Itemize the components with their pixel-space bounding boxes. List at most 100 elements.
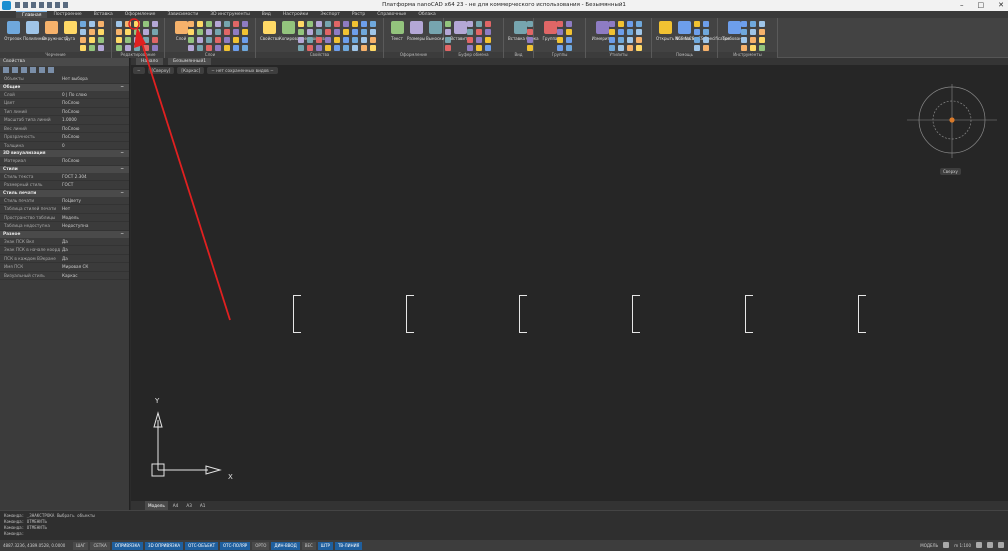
ribbon-small-tool[interactable] bbox=[618, 37, 624, 43]
ribbon-tab[interactable]: Зависимости bbox=[161, 11, 204, 18]
ribbon-small-tool[interactable] bbox=[143, 29, 149, 35]
ribbon-small-tool[interactable] bbox=[476, 29, 482, 35]
annotation-scale[interactable]: m 1:100 bbox=[954, 543, 971, 548]
ribbon-small-tool[interactable] bbox=[152, 29, 158, 35]
document-tab[interactable]: Начало bbox=[136, 58, 164, 65]
filter-icon[interactable] bbox=[30, 67, 36, 73]
ribbon-small-tool[interactable] bbox=[116, 45, 122, 51]
ribbon-small-tool[interactable] bbox=[98, 37, 104, 43]
pickadd-icon[interactable] bbox=[21, 67, 27, 73]
ribbon-small-tool[interactable] bbox=[741, 45, 747, 51]
ribbon-small-tool[interactable] bbox=[636, 45, 642, 51]
ribbon-small-tool[interactable] bbox=[316, 29, 322, 35]
model-space-indicator[interactable]: МОДЕЛЬ bbox=[920, 543, 938, 548]
ribbon-small-tool[interactable] bbox=[307, 29, 313, 35]
ribbon-small-tool[interactable] bbox=[188, 29, 194, 35]
ribbon-small-tool[interactable] bbox=[188, 45, 194, 51]
settings-icon[interactable] bbox=[48, 67, 54, 73]
ribbon-small-tool[interactable] bbox=[215, 29, 221, 35]
ribbon-small-tool[interactable] bbox=[206, 45, 212, 51]
ribbon-small-tool[interactable] bbox=[694, 29, 700, 35]
ribbon-small-tool[interactable] bbox=[750, 45, 756, 51]
layout-tab[interactable]: Модель bbox=[145, 501, 168, 510]
status-toggle[interactable]: ВЕС bbox=[301, 541, 316, 550]
ribbon-small-tool[interactable] bbox=[636, 37, 642, 43]
ribbon-small-tool[interactable] bbox=[134, 21, 140, 27]
drawing-bracket[interactable] bbox=[858, 295, 866, 333]
ribbon-button[interactable]: Дуга bbox=[61, 21, 79, 41]
ribbon-small-tool[interactable] bbox=[361, 45, 367, 51]
ribbon-small-tool[interactable] bbox=[759, 37, 765, 43]
ribbon-small-tool[interactable] bbox=[224, 37, 230, 43]
status-toggle[interactable]: ТВ-ЛИНИЯ bbox=[334, 541, 363, 550]
status-toggle[interactable]: ДИН-ВВОД bbox=[271, 541, 300, 550]
ribbon-small-tool[interactable] bbox=[361, 21, 367, 27]
ribbon-small-tool[interactable] bbox=[527, 21, 533, 27]
ribbon-small-tool[interactable] bbox=[467, 21, 473, 27]
ribbon-small-tool[interactable] bbox=[215, 45, 221, 51]
drawing-canvas[interactable] bbox=[131, 65, 1008, 501]
ribbon-small-tool[interactable] bbox=[143, 37, 149, 43]
ribbon-small-tool[interactable] bbox=[627, 21, 633, 27]
ribbon-small-tool[interactable] bbox=[759, 45, 765, 51]
ribbon-small-tool[interactable] bbox=[566, 45, 572, 51]
ribbon-small-tool[interactable] bbox=[334, 45, 340, 51]
document-tab[interactable]: Безымянный1 bbox=[168, 58, 212, 65]
property-row[interactable]: ПСК в каждом ВЭкране Да bbox=[0, 255, 129, 263]
ribbon-tab[interactable]: Главная bbox=[16, 11, 48, 18]
ribbon-small-tool[interactable] bbox=[116, 21, 122, 27]
ribbon-small-tool[interactable] bbox=[298, 29, 304, 35]
ribbon-small-tool[interactable] bbox=[325, 29, 331, 35]
ribbon-small-tool[interactable] bbox=[143, 21, 149, 27]
ribbon-small-tool[interactable] bbox=[467, 37, 473, 43]
ribbon-small-tool[interactable] bbox=[627, 29, 633, 35]
ribbon-button[interactable]: Окружность bbox=[42, 21, 68, 41]
ribbon-small-tool[interactable] bbox=[98, 21, 104, 27]
ribbon-small-tool[interactable] bbox=[206, 37, 212, 43]
ribbon-small-tool[interactable] bbox=[143, 45, 149, 51]
ribbon-rotate-tool[interactable] bbox=[89, 21, 95, 27]
ribbon-small-tool[interactable] bbox=[242, 29, 248, 35]
ribbon-small-tool[interactable] bbox=[152, 37, 158, 43]
compass-center-dot[interactable] bbox=[949, 117, 955, 123]
drawing-bracket[interactable] bbox=[519, 295, 527, 333]
ribbon-small-tool[interactable] bbox=[609, 37, 615, 43]
ribbon-small-tool[interactable] bbox=[485, 37, 491, 43]
ribbon-small-tool[interactable] bbox=[197, 21, 203, 27]
ribbon-button[interactable]: Полилиния bbox=[23, 21, 46, 41]
ribbon-small-tool[interactable] bbox=[703, 21, 709, 27]
properties-section-header[interactable]: Стили bbox=[0, 165, 129, 173]
property-row[interactable]: Слой 0 | По слою bbox=[0, 91, 129, 99]
ribbon-small-tool[interactable] bbox=[80, 45, 86, 51]
property-row[interactable]: Вес линий ПоСлою bbox=[0, 125, 129, 133]
ribbon-small-tool[interactable] bbox=[361, 37, 367, 43]
ribbon-small-tool[interactable] bbox=[566, 29, 572, 35]
ribbon-small-tool[interactable] bbox=[609, 21, 615, 27]
ribbon-small-tool[interactable] bbox=[750, 29, 756, 35]
view-cube-compass[interactable] bbox=[905, 82, 999, 160]
layout-tab[interactable]: А1 bbox=[197, 501, 209, 510]
ribbon-button[interactable]: NCS NormaCS Specification bbox=[675, 21, 730, 41]
property-row[interactable]: Стиль печати ПоЦвету bbox=[0, 197, 129, 205]
ribbon-tab[interactable]: Растр bbox=[346, 11, 371, 18]
ribbon-small-tool[interactable] bbox=[215, 37, 221, 43]
property-row[interactable]: Таблица стилей печати Нет bbox=[0, 205, 129, 214]
properties-section-header[interactable]: Общие bbox=[0, 83, 129, 91]
ribbon-small-tool[interactable] bbox=[557, 45, 563, 51]
ribbon-small-tool[interactable] bbox=[188, 21, 194, 27]
ribbon-small-tool[interactable] bbox=[618, 45, 624, 51]
ribbon-small-tool[interactable] bbox=[224, 29, 230, 35]
ribbon-small-tool[interactable] bbox=[627, 37, 633, 43]
ribbon-small-tool[interactable] bbox=[325, 21, 331, 27]
status-toggle[interactable]: ОПРИВЯЗКА bbox=[111, 541, 144, 550]
ribbon-small-tool[interactable] bbox=[759, 21, 765, 27]
property-row[interactable]: Знак ПСК Вкл Да bbox=[0, 238, 129, 246]
ribbon-small-tool[interactable] bbox=[703, 45, 709, 51]
ribbon-small-tool[interactable] bbox=[298, 45, 304, 51]
ribbon-small-tool[interactable] bbox=[89, 37, 95, 43]
ribbon-small-tool[interactable] bbox=[80, 37, 86, 43]
ribbon-small-tool[interactable] bbox=[188, 37, 194, 43]
ribbon-small-tool[interactable] bbox=[334, 21, 340, 27]
ribbon-small-tool[interactable] bbox=[116, 29, 122, 35]
ribbon-small-tool[interactable] bbox=[759, 29, 765, 35]
